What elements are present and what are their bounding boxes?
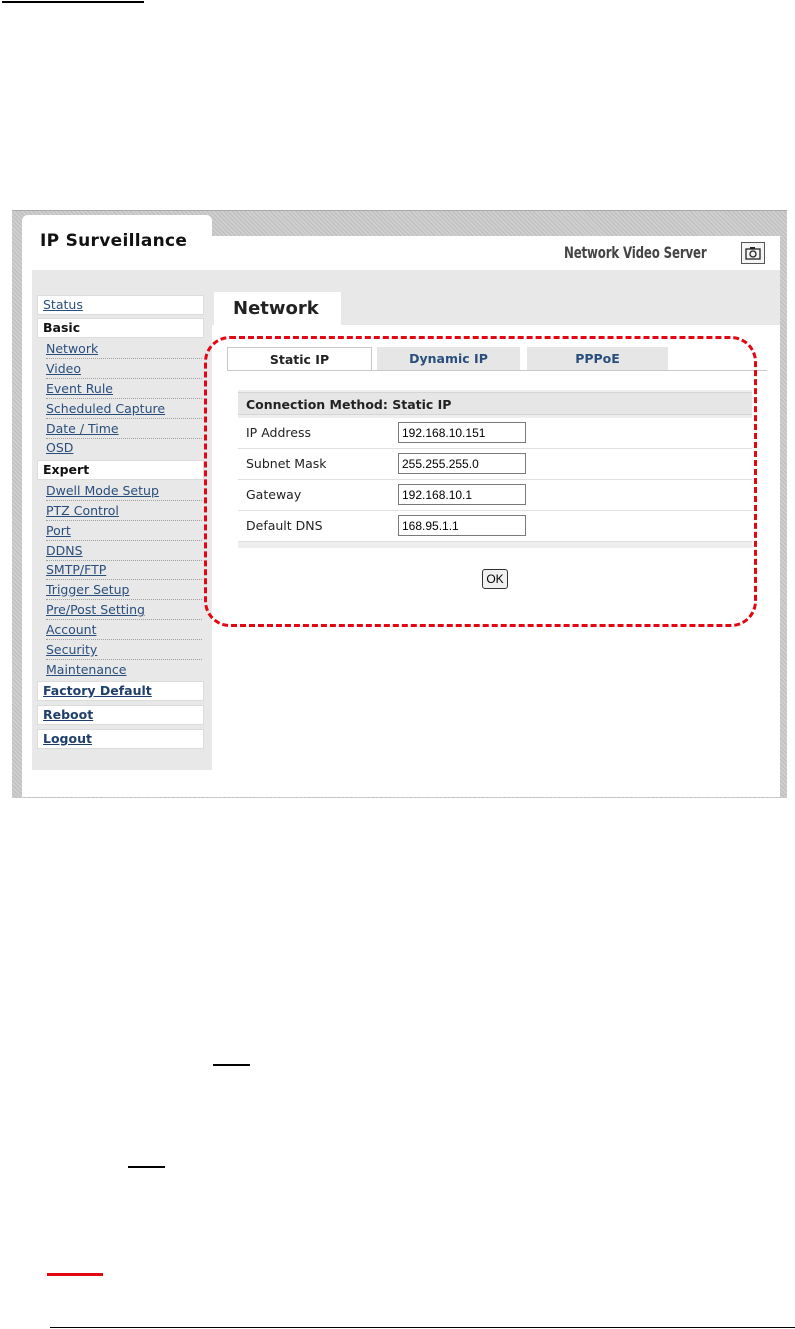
sidebar-item-ddns[interactable]: DDNS [46, 542, 202, 561]
sidebar-item-status[interactable]: Status [37, 295, 204, 315]
sidebar-item-osd[interactable]: OSD [46, 439, 202, 458]
camera-icon [745, 247, 761, 260]
sidebar-item-trigger-setup[interactable]: Trigger Setup [46, 581, 202, 600]
sidebar-item-pre-post-setting[interactable]: Pre/Post Setting [46, 601, 202, 620]
sidebar-item-security[interactable]: Security [46, 641, 202, 660]
sidebar-item-ptz-control[interactable]: PTZ Control [46, 502, 202, 521]
sidebar-item-video[interactable]: Video [46, 360, 202, 379]
document-rule [128, 1166, 165, 1168]
sidebar-item-account[interactable]: Account [46, 621, 202, 640]
document-rule-top [2, 1, 144, 3]
highlight-annotation [204, 336, 757, 627]
document-rule-bottom [50, 1327, 795, 1328]
sidebar-header-expert: Expert [37, 460, 204, 480]
sidebar-item-event-rule[interactable]: Event Rule [46, 380, 202, 399]
document-rule [213, 1064, 250, 1066]
product-name: Network Video Server [564, 243, 707, 262]
page-title: Network [233, 298, 319, 319]
app-title: IP Surveillance [40, 231, 188, 251]
sidebar-item-reboot[interactable]: Reboot [37, 705, 204, 725]
sidebar-item-network[interactable]: Network [46, 340, 202, 359]
sidebar-item-factory-default[interactable]: Factory Default [37, 681, 204, 701]
document-rule-red [47, 1273, 103, 1276]
sidebar-item-maintenance[interactable]: Maintenance [46, 661, 202, 680]
sidebar-item-scheduled-capture[interactable]: Scheduled Capture [46, 400, 202, 419]
sidebar-item-dwell-mode-setup[interactable]: Dwell Mode Setup [46, 482, 202, 501]
sidebar-item-smtp-ftp[interactable]: SMTP/FTP [46, 561, 202, 580]
sidebar-header-basic: Basic [37, 318, 204, 338]
snapshot-button[interactable] [741, 242, 765, 264]
sidebar-item-logout[interactable]: Logout [37, 729, 204, 749]
sidebar-item-date-time[interactable]: Date / Time [46, 420, 202, 439]
sidebar-item-port[interactable]: Port [46, 522, 202, 541]
